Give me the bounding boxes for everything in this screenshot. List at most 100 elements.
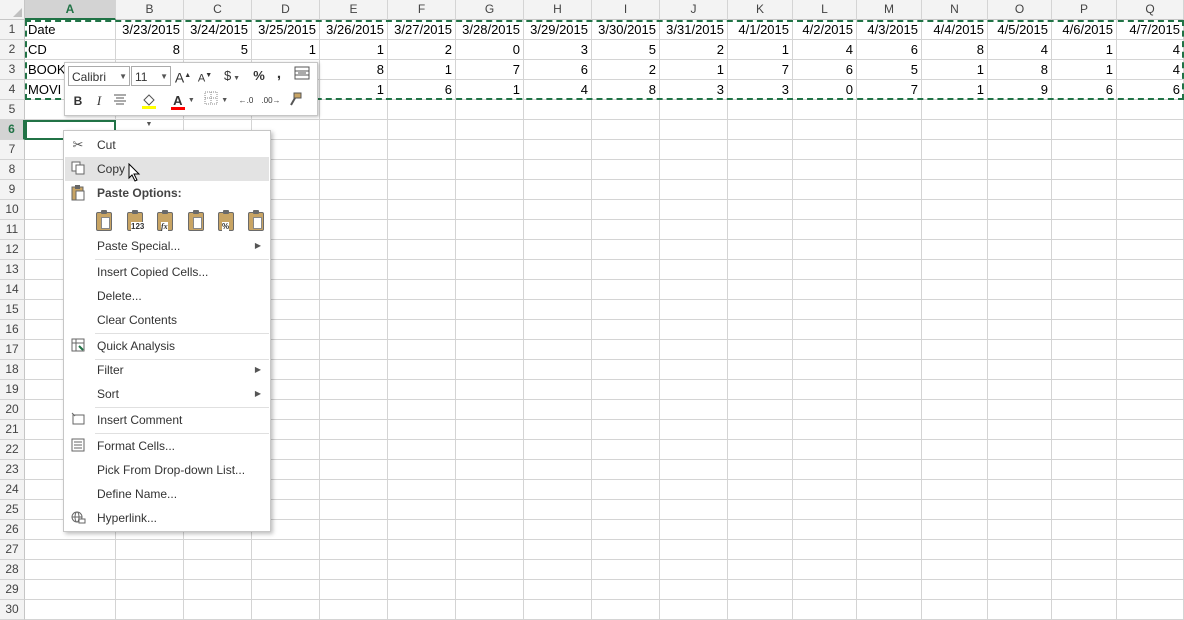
cell-e11[interactable] <box>320 220 388 240</box>
cell-i2[interactable]: 5 <box>592 40 660 60</box>
cell-i28[interactable] <box>592 560 660 580</box>
cell-p17[interactable] <box>1052 340 1117 360</box>
cell-h18[interactable] <box>524 360 592 380</box>
column-header-l[interactable]: L <box>793 0 857 20</box>
cell-h12[interactable] <box>524 240 592 260</box>
cell-g3[interactable]: 7 <box>456 60 524 80</box>
cell-k1[interactable]: 4/1/2015 <box>728 20 793 40</box>
cell-l6[interactable] <box>793 120 857 140</box>
cell-q13[interactable] <box>1117 260 1184 280</box>
cell-o10[interactable] <box>988 200 1052 220</box>
cell-i13[interactable] <box>592 260 660 280</box>
cell-e25[interactable] <box>320 500 388 520</box>
cell-m15[interactable] <box>857 300 922 320</box>
cell-p29[interactable] <box>1052 580 1117 600</box>
paste-formatting-button[interactable]: % <box>216 209 238 233</box>
row-header-12[interactable]: 12 <box>0 240 25 260</box>
cell-m6[interactable] <box>857 120 922 140</box>
cell-i22[interactable] <box>592 440 660 460</box>
cell-n1[interactable]: 4/4/2015 <box>922 20 988 40</box>
cell-q5[interactable] <box>1117 100 1184 120</box>
column-header-j[interactable]: J <box>660 0 728 20</box>
cell-p12[interactable] <box>1052 240 1117 260</box>
cell-h26[interactable] <box>524 520 592 540</box>
cell-f5[interactable] <box>388 100 456 120</box>
cell-e29[interactable] <box>320 580 388 600</box>
cell-o28[interactable] <box>988 560 1052 580</box>
cell-l20[interactable] <box>793 400 857 420</box>
cell-j8[interactable] <box>660 160 728 180</box>
cell-k6[interactable] <box>728 120 793 140</box>
cell-e4[interactable]: 1 <box>320 80 388 100</box>
cell-g28[interactable] <box>456 560 524 580</box>
select-all-corner[interactable] <box>0 0 25 20</box>
row-header-10[interactable]: 10 <box>0 200 25 220</box>
bold-button[interactable]: B <box>70 91 86 111</box>
column-header-i[interactable]: I <box>592 0 660 20</box>
cell-k28[interactable] <box>728 560 793 580</box>
cell-g21[interactable] <box>456 420 524 440</box>
cell-a29[interactable] <box>25 580 116 600</box>
cell-g6[interactable] <box>456 120 524 140</box>
cell-k23[interactable] <box>728 460 793 480</box>
row-header-18[interactable]: 18 <box>0 360 25 380</box>
cell-m29[interactable] <box>857 580 922 600</box>
cell-k14[interactable] <box>728 280 793 300</box>
menu-item-delete[interactable]: Delete... <box>65 284 269 308</box>
cell-f18[interactable] <box>388 360 456 380</box>
cell-q22[interactable] <box>1117 440 1184 460</box>
cell-i21[interactable] <box>592 420 660 440</box>
cell-e3[interactable]: 8 <box>320 60 388 80</box>
cell-g13[interactable] <box>456 260 524 280</box>
cell-n15[interactable] <box>922 300 988 320</box>
cell-k25[interactable] <box>728 500 793 520</box>
column-header-n[interactable]: N <box>922 0 988 20</box>
cell-l2[interactable]: 4 <box>793 40 857 60</box>
cell-l28[interactable] <box>793 560 857 580</box>
cell-j12[interactable] <box>660 240 728 260</box>
cell-h4[interactable]: 4 <box>524 80 592 100</box>
cell-p19[interactable] <box>1052 380 1117 400</box>
row-header-30[interactable]: 30 <box>0 600 25 620</box>
cell-p15[interactable] <box>1052 300 1117 320</box>
cell-i20[interactable] <box>592 400 660 420</box>
menu-item-insert-copied-cells[interactable]: Insert Copied Cells... <box>65 260 269 284</box>
column-header-c[interactable]: C <box>184 0 252 20</box>
cell-l11[interactable] <box>793 220 857 240</box>
row-header-16[interactable]: 16 <box>0 320 25 340</box>
cell-p13[interactable] <box>1052 260 1117 280</box>
cell-m7[interactable] <box>857 140 922 160</box>
cell-e28[interactable] <box>320 560 388 580</box>
cell-g22[interactable] <box>456 440 524 460</box>
cell-m18[interactable] <box>857 360 922 380</box>
cell-g1[interactable]: 3/28/2015 <box>456 20 524 40</box>
cell-o9[interactable] <box>988 180 1052 200</box>
cell-c1[interactable]: 3/24/2015 <box>184 20 252 40</box>
cell-m23[interactable] <box>857 460 922 480</box>
cell-i25[interactable] <box>592 500 660 520</box>
cell-p20[interactable] <box>1052 400 1117 420</box>
cell-p18[interactable] <box>1052 360 1117 380</box>
align-center-button[interactable] <box>111 91 129 111</box>
cell-h29[interactable] <box>524 580 592 600</box>
cell-m30[interactable] <box>857 600 922 620</box>
cell-l3[interactable]: 6 <box>793 60 857 80</box>
cell-o17[interactable] <box>988 340 1052 360</box>
cell-j15[interactable] <box>660 300 728 320</box>
cell-e1[interactable]: 3/26/2015 <box>320 20 388 40</box>
format-painter-button[interactable] <box>285 91 305 113</box>
cell-f3[interactable]: 1 <box>388 60 456 80</box>
cell-k2[interactable]: 1 <box>728 40 793 60</box>
column-header-a[interactable]: A <box>25 0 116 20</box>
fill-color-button[interactable]: ▼ <box>135 91 163 135</box>
cell-k17[interactable] <box>728 340 793 360</box>
cell-j3[interactable]: 1 <box>660 60 728 80</box>
cell-k27[interactable] <box>728 540 793 560</box>
cell-i5[interactable] <box>592 100 660 120</box>
cell-h13[interactable] <box>524 260 592 280</box>
cell-j2[interactable]: 2 <box>660 40 728 60</box>
menu-item-paste-special[interactable]: Paste Special... ▶ <box>65 234 269 258</box>
cell-m4[interactable]: 7 <box>857 80 922 100</box>
row-header-15[interactable]: 15 <box>0 300 25 320</box>
cell-j20[interactable] <box>660 400 728 420</box>
